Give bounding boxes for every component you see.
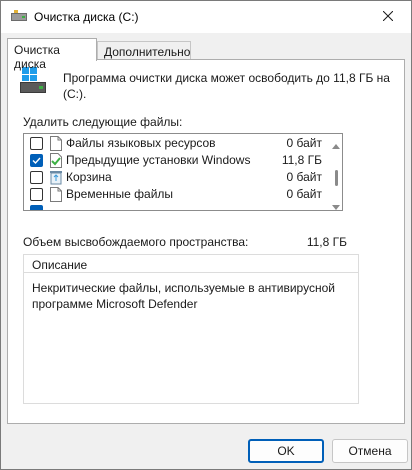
list-item-partial[interactable]: [24, 203, 330, 210]
file-icon: [50, 136, 62, 151]
item-size: 0 байт: [286, 187, 322, 201]
item-size: 0 байт: [286, 170, 322, 184]
files-to-delete-label: Удалить следующие файлы:: [23, 115, 183, 129]
list-scrollbar[interactable]: [330, 134, 342, 210]
recycle-bin-icon: [50, 170, 62, 185]
disk-cleanup-window: Очистка диска (C:) Очистка диска Дополни…: [0, 0, 412, 470]
list-item[interactable]: Предыдущие установки Windows 11,8 ГБ: [24, 152, 330, 169]
item-size: 11,8 ГБ: [281, 153, 322, 167]
checkmark-icon: [32, 157, 41, 165]
cancel-button[interactable]: Отмена: [332, 439, 408, 463]
description-text: Некритические файлы, используемые в анти…: [32, 281, 335, 311]
divider: [24, 272, 358, 273]
files-list[interactable]: Файлы языковых ресурсов 0 байт Предыдущи…: [23, 133, 343, 211]
tab-disk-cleanup[interactable]: Очистка диска: [7, 38, 97, 71]
close-button[interactable]: [365, 1, 411, 33]
description-group: Описание Некритические файлы, используем…: [23, 254, 359, 404]
space-value: 11,8 ГБ: [306, 235, 347, 249]
item-checkbox[interactable]: [30, 205, 43, 210]
item-name: Временные файлы: [66, 187, 174, 201]
tab-advanced[interactable]: Дополнительно: [97, 41, 191, 61]
title-bar: Очистка диска (C:): [1, 1, 411, 33]
close-icon: [382, 10, 394, 24]
disk-cleanup-icon: [11, 10, 27, 24]
info-text: Программа очистки диска может освободить…: [63, 71, 390, 101]
scroll-thumb[interactable]: [335, 170, 338, 186]
ok-button[interactable]: OK: [248, 439, 324, 463]
drive-icon: [20, 67, 46, 95]
item-size: 0 байт: [286, 136, 322, 150]
item-name: Файлы языковых ресурсов: [66, 136, 216, 150]
item-name: Предыдущие установки Windows: [66, 153, 251, 167]
item-checkbox[interactable]: [30, 171, 43, 184]
item-checkbox[interactable]: [30, 154, 43, 167]
scroll-up-icon[interactable]: [332, 138, 340, 149]
scroll-down-icon[interactable]: [332, 200, 340, 210]
list-item[interactable]: Временные файлы 0 байт: [24, 186, 330, 203]
space-label: Объем высвобождаемого пространства:: [23, 235, 249, 249]
file-icon: [50, 187, 62, 202]
tab-panel: Программа очистки диска может освободить…: [7, 59, 405, 424]
item-checkbox[interactable]: [30, 137, 43, 150]
windows-update-icon: [50, 153, 62, 168]
window-title: Очистка диска (C:): [34, 10, 139, 24]
description-title: Описание: [32, 258, 88, 272]
item-checkbox[interactable]: [30, 188, 43, 201]
tab-strip: Очистка диска Дополнительно: [7, 38, 405, 71]
item-name: Корзина: [66, 170, 112, 184]
list-item[interactable]: Файлы языковых ресурсов 0 байт: [24, 135, 330, 152]
list-item[interactable]: Корзина 0 байт: [24, 169, 330, 186]
